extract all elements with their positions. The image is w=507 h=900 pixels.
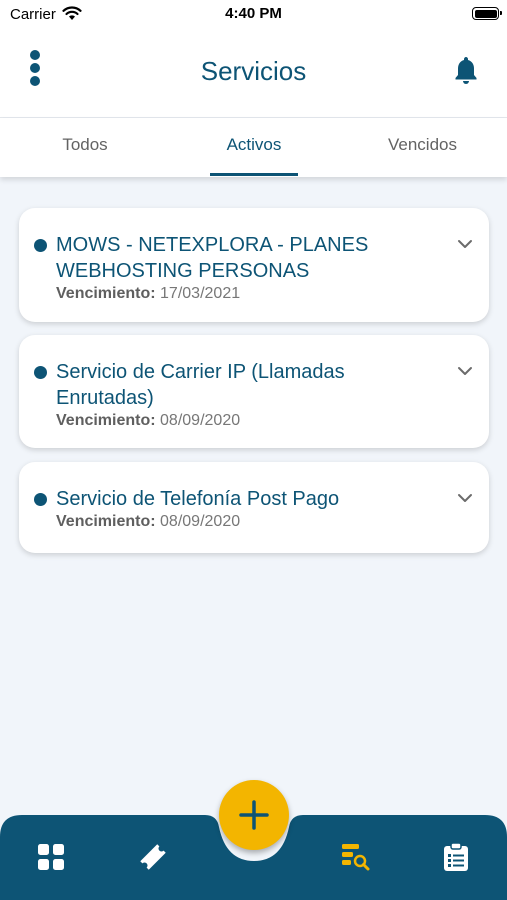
- tab-bar: Todos Activos Vencidos: [0, 118, 507, 177]
- service-card[interactable]: MOWS - NETEXPLORA - PLANES WEBHOSTING PE…: [19, 208, 489, 322]
- status-dot: [34, 366, 47, 379]
- tab-vencidos[interactable]: Vencidos: [338, 118, 507, 177]
- expiry-date: 08/09/2020: [160, 513, 241, 530]
- dashboard-grid-icon[interactable]: [37, 843, 65, 871]
- app-header: Servicios: [0, 30, 507, 118]
- chevron-down-icon[interactable]: [457, 239, 473, 249]
- active-tab-indicator: [210, 173, 298, 176]
- service-card[interactable]: Servicio de Carrier IP (Llamadas Enrutad…: [19, 335, 489, 448]
- expiry-date: 08/09/2020: [160, 412, 241, 429]
- add-button[interactable]: [219, 780, 289, 850]
- service-title: Servicio de Carrier IP (Llamadas Enrutad…: [56, 361, 345, 409]
- status-dot: [34, 239, 47, 252]
- tab-todos[interactable]: Todos: [0, 118, 170, 177]
- service-card[interactable]: Servicio de Telefonía Post Pago Vencimie…: [19, 462, 489, 553]
- expiry-date: 17/03/2021: [160, 285, 241, 302]
- page-title: Servicios: [200, 56, 307, 86]
- service-title: Servicio de Telefonía Post Pago: [56, 488, 340, 510]
- status-dot: [34, 493, 47, 506]
- plus-icon: [239, 800, 269, 830]
- tab-activos[interactable]: Activos: [170, 118, 338, 177]
- service-title: MOWS - NETEXPLORA - PLANES WEBHOSTING PE…: [56, 234, 369, 282]
- clock: 4:40 PM: [225, 5, 282, 22]
- expiry-label: Vencimiento:: [56, 285, 156, 302]
- ticket-icon[interactable]: [138, 842, 168, 872]
- battery-icon: [472, 7, 502, 20]
- services-search-icon[interactable]: [340, 842, 370, 872]
- service-expiry: Vencimiento: 08/09/2020: [56, 412, 240, 430]
- notifications-bell-icon[interactable]: [453, 55, 479, 85]
- status-bar: Carrier 4:40 PM: [0, 0, 507, 30]
- service-expiry: Vencimiento: 17/03/2021: [56, 285, 240, 303]
- service-expiry: Vencimiento: 08/09/2020: [56, 513, 240, 531]
- chevron-down-icon[interactable]: [457, 493, 473, 503]
- expiry-label: Vencimiento:: [56, 513, 156, 530]
- expiry-label: Vencimiento:: [56, 412, 156, 429]
- clipboard-icon[interactable]: [442, 842, 470, 872]
- chevron-down-icon[interactable]: [457, 366, 473, 376]
